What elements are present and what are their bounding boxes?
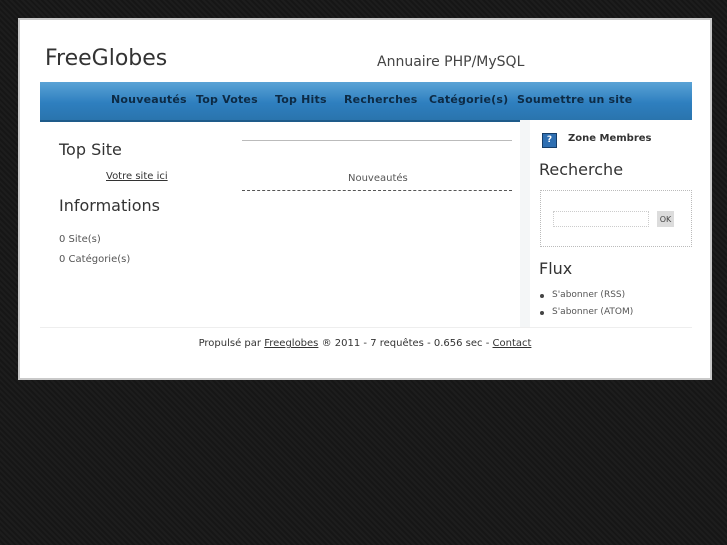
search-input[interactable] [553, 211, 649, 227]
categories-count: 0 Catégorie(s) [59, 254, 131, 265]
flux-title: Flux [539, 259, 573, 278]
center-heading: Nouveautés [348, 173, 408, 184]
nav-categories[interactable]: Catégorie(s) [429, 93, 508, 106]
site-logo[interactable]: FreeGlobes [45, 46, 167, 71]
top-site-link[interactable]: Votre site ici [106, 171, 168, 182]
search-form: OK [540, 190, 692, 247]
footer-brand-link[interactable]: Freeglobes [264, 338, 318, 349]
search-ok-button[interactable]: OK [657, 211, 674, 227]
header: FreeGlobes Annuaire PHP/MySQL [20, 20, 710, 80]
footer-contact-link[interactable]: Contact [493, 338, 532, 349]
page-container: FreeGlobes Annuaire PHP/MySQL Nouveautés… [18, 18, 712, 380]
search-title: Recherche [539, 160, 624, 179]
flux-rss-link[interactable]: S'abonner (RSS) [552, 290, 625, 300]
flux-atom-link[interactable]: S'abonner (ATOM) [552, 307, 633, 317]
nav-soumettre[interactable]: Soumettre un site [517, 93, 632, 106]
footer-propulse: Propulsé par [198, 338, 262, 349]
site-slogan: Annuaire PHP/MySQL [377, 54, 525, 70]
help-icon[interactable]: ? [542, 133, 557, 148]
footer-divider [40, 327, 692, 328]
nav-nouveautes[interactable]: Nouveautés [111, 93, 187, 106]
footer: Propulsé par Freeglobes ® 2011 - 7 requê… [20, 338, 710, 349]
sites-count: 0 Site(s) [59, 234, 101, 245]
nav-top-votes[interactable]: Top Votes [196, 93, 258, 106]
nav-recherches[interactable]: Recherches [344, 93, 418, 106]
informations-title: Informations [59, 196, 160, 215]
members-zone-link[interactable]: Zone Membres [568, 133, 651, 144]
footer-info: ® 2011 - 7 requêtes - 0.656 sec - [321, 338, 490, 349]
bullet-icon [540, 294, 544, 298]
center-divider-bottom [242, 190, 512, 191]
top-site-title: Top Site [59, 140, 122, 159]
main-nav: Nouveautés Top Votes Top Hits Recherches… [40, 82, 692, 122]
bullet-icon [540, 311, 544, 315]
nav-top-hits[interactable]: Top Hits [275, 93, 327, 106]
center-divider-top [242, 140, 512, 141]
